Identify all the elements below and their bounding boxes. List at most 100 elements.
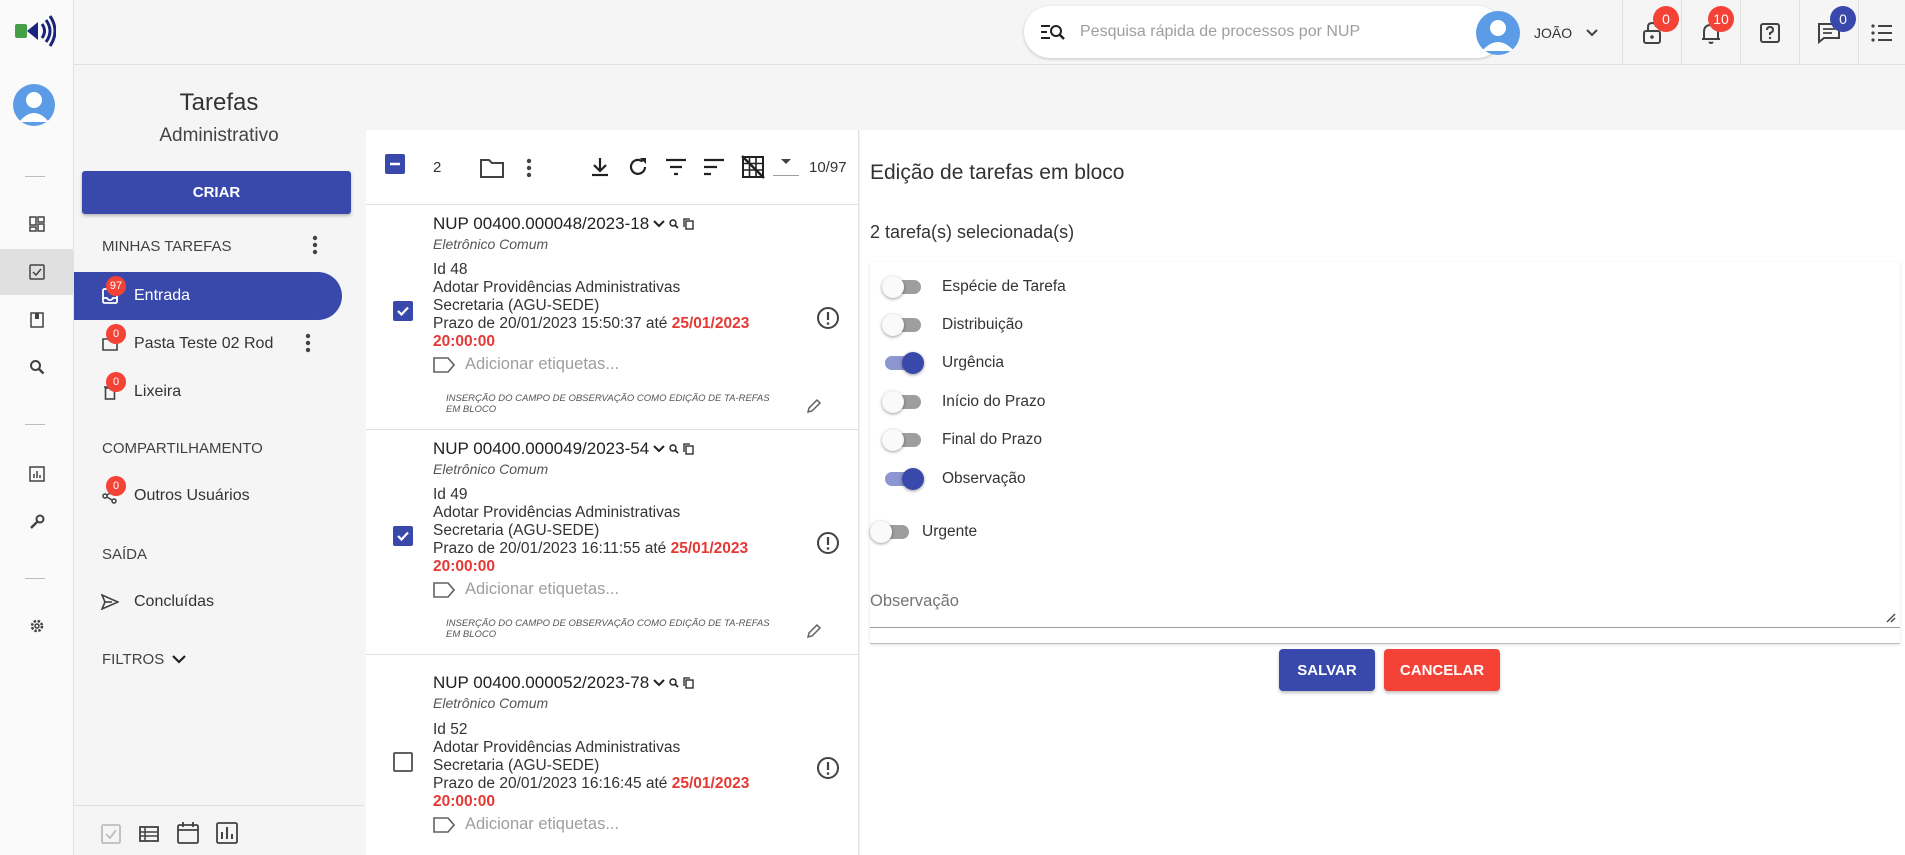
settings-icon[interactable] [0,603,73,649]
download-icon[interactable] [589,156,611,178]
toggle-observacao[interactable] [882,466,924,492]
task-card[interactable]: NUP 00400.000049/2023-54 Eletrônico Comu… [366,430,859,655]
edit-icon[interactable] [806,623,822,639]
table-view-icon[interactable] [138,823,160,845]
search-icon[interactable] [669,219,679,229]
grid-off-icon[interactable] [741,155,765,179]
create-button[interactable]: CRIAR [82,171,351,214]
observacao-placeholder: Observação [870,592,959,610]
wrench-icon[interactable] [0,499,73,545]
more-vert-icon[interactable] [305,333,311,353]
tags-field[interactable]: Adicionar etiquetas... [433,815,619,834]
section-sharing: COMPARTILHAMENTO [102,440,263,457]
page-subtitle: Administrativo [159,125,279,146]
task-type: Eletrônico Comum [433,461,549,477]
chevron-down-icon[interactable] [653,220,665,228]
filters-toggle[interactable]: FILTROS [102,651,187,668]
book-icon[interactable] [0,297,73,343]
task-desc: Adotar Providências Administrativas [433,504,681,521]
lock-button[interactable]: 0 [1622,0,1680,65]
toggle-especie[interactable] [882,274,924,300]
alert-icon[interactable] [816,756,840,780]
filter-icon[interactable] [665,157,687,177]
observacao-field[interactable]: Observação [870,580,1900,628]
chevron-down-icon[interactable] [653,445,665,453]
search-input[interactable] [1080,23,1480,41]
chevron-down-icon [172,655,187,664]
edit-icon[interactable] [806,398,822,414]
sidebar-item-entrada[interactable]: 97 Entrada [74,272,342,320]
deadline-time: 20:00:00 [433,793,496,810]
more-vert-icon[interactable] [526,158,532,178]
refresh-icon[interactable] [627,156,649,178]
search-icon[interactable] [0,344,73,390]
send-icon [101,594,119,610]
user-menu[interactable]: JOÃO [1476,0,1646,65]
app-logo[interactable] [12,10,56,54]
messages-button[interactable]: 0 [1799,0,1857,65]
more-vert-icon[interactable] [312,235,318,255]
section-exit: SAÍDA [102,546,148,563]
select-all-checkbox[interactable] [385,154,405,174]
alert-icon[interactable] [816,531,840,555]
dashboard-icon[interactable] [0,201,73,247]
checklist-icon[interactable] [100,823,122,845]
sidebar-item-outros-usuarios[interactable]: 0 Outros Usuários [74,472,342,520]
chevron-down-icon[interactable] [653,679,665,687]
task-nup[interactable]: NUP 00400.000049/2023-54 [433,439,694,459]
chart-icon[interactable] [215,821,239,845]
task-type: Eletrônico Comum [433,695,549,711]
task-nup[interactable]: NUP 00400.000048/2023-18 [433,214,694,234]
report-icon[interactable] [0,451,73,497]
calendar-icon[interactable] [176,821,200,845]
toggle-urgencia[interactable] [882,350,924,376]
list-icon [1871,23,1893,42]
task-checkbox[interactable] [393,301,413,321]
folder-icon[interactable] [479,157,505,179]
toggle-distribuicao[interactable] [882,312,924,338]
help-button[interactable] [1740,0,1798,65]
page-size-select[interactable] [773,154,799,176]
sort-icon[interactable] [703,157,725,177]
sidebar-item-concluidas[interactable]: Concluídas [74,578,342,626]
task-card[interactable]: NUP 00400.000052/2023-78 Eletrônico Comu… [366,655,859,855]
toggle-inicio-prazo[interactable] [882,389,924,415]
notifications-button[interactable]: 10 [1681,0,1739,65]
task-prazo: Prazo de 20/01/2023 16:11:55 até 25/01/2… [433,540,748,558]
bulk-edit-panel: Edição de tarefas em bloco 2 tarefa(s) s… [860,130,1905,855]
save-button[interactable]: SALVAR [1279,649,1375,691]
list-menu-button[interactable] [1858,0,1905,65]
task-card[interactable]: NUP 00400.000048/2023-18 Eletrônico Comu… [366,205,859,430]
tags-field[interactable]: Adicionar etiquetas... [433,580,619,599]
task-checkbox[interactable] [393,752,413,772]
entrada-badge: 97 [106,276,126,296]
tasks-icon[interactable] [0,249,73,295]
tags-field[interactable]: Adicionar etiquetas... [433,355,619,374]
resize-handle-icon[interactable] [1884,611,1896,623]
divider [25,578,45,579]
copy-icon[interactable] [683,443,694,455]
toggle-final-prazo[interactable] [882,427,924,453]
lixeira-badge: 0 [106,372,126,392]
search-bar[interactable] [1024,6,1503,58]
alert-icon[interactable] [816,306,840,330]
task-nup-text: NUP 00400.000048/2023-18 [433,214,650,233]
search-icon[interactable] [669,678,679,688]
task-desc: Adotar Providências Administrativas [433,279,681,296]
task-id: Id 48 [433,261,468,278]
sidebar-item-pasta[interactable]: 0 Pasta Teste 02 Rod [74,320,342,368]
task-checkbox[interactable] [393,526,413,546]
page-title: Tarefas [179,89,259,116]
sidebar-item-lixeira[interactable]: 0 Lixeira [74,368,342,416]
task-nup[interactable]: NUP 00400.000052/2023-78 [433,673,694,693]
user-name: JOÃO [1534,24,1573,41]
task-nup-text: NUP 00400.000049/2023-54 [433,439,650,458]
search-icon[interactable] [669,444,679,454]
lock-badge: 0 [1653,6,1679,32]
selected-count: 2 [433,159,442,176]
copy-icon[interactable] [683,218,694,230]
avatar[interactable] [13,84,55,126]
cancel-button[interactable]: CANCELAR [1384,649,1500,691]
copy-icon[interactable] [683,677,694,689]
toggle-urgente[interactable] [870,519,912,545]
